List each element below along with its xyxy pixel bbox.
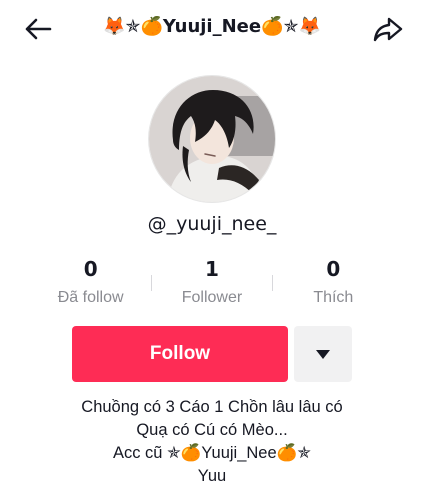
stat-divider — [272, 275, 273, 291]
profile-title: 🦊✯🍊Yuuji_Nee🍊✯🦊 — [103, 16, 321, 37]
following-count: 0 — [83, 257, 98, 281]
likes-label: Thích — [313, 289, 354, 306]
back-button[interactable] — [22, 14, 54, 44]
stat-divider — [151, 275, 152, 291]
stats-row: 0 Đã follow 1 Follower 0 Thích — [30, 255, 394, 311]
stat-likes[interactable]: 0 Thích — [273, 255, 394, 311]
bio-line: Chuồng có 3 Cáo 1 Chồn lâu lâu có — [81, 398, 343, 416]
following-label: Đã follow — [57, 289, 124, 306]
stat-followers[interactable]: 1 Follower — [151, 255, 272, 311]
bio: Chuồng có 3 Cáo 1 Chồn lâu lâu có Quạ có… — [20, 396, 404, 488]
likes-count: 0 — [326, 257, 341, 281]
followers-count: 1 — [205, 257, 219, 281]
more-options-button[interactable] — [294, 326, 352, 382]
bio-line: Quạ có Cú có Mèo... — [136, 421, 288, 439]
avatar[interactable] — [148, 75, 276, 203]
bio-line: Yuu — [197, 467, 227, 485]
arrow-left-icon — [25, 18, 52, 40]
stat-following[interactable]: 0 Đã follow — [30, 255, 151, 311]
bio-line: Acc cũ ✯🍊Yuuji_Nee🍊✯ — [112, 444, 312, 462]
anime-avatar-image — [149, 76, 275, 202]
followers-label: Follower — [181, 289, 243, 306]
follow-button[interactable]: Follow — [72, 326, 288, 382]
share-button[interactable] — [372, 14, 404, 44]
share-icon — [373, 17, 403, 42]
username: @_yuuji_nee_ — [147, 213, 277, 235]
caret-down-icon — [316, 350, 330, 359]
top-bar: 🦊✯🍊Yuuji_Nee🍊✯🦊 — [0, 0, 424, 56]
